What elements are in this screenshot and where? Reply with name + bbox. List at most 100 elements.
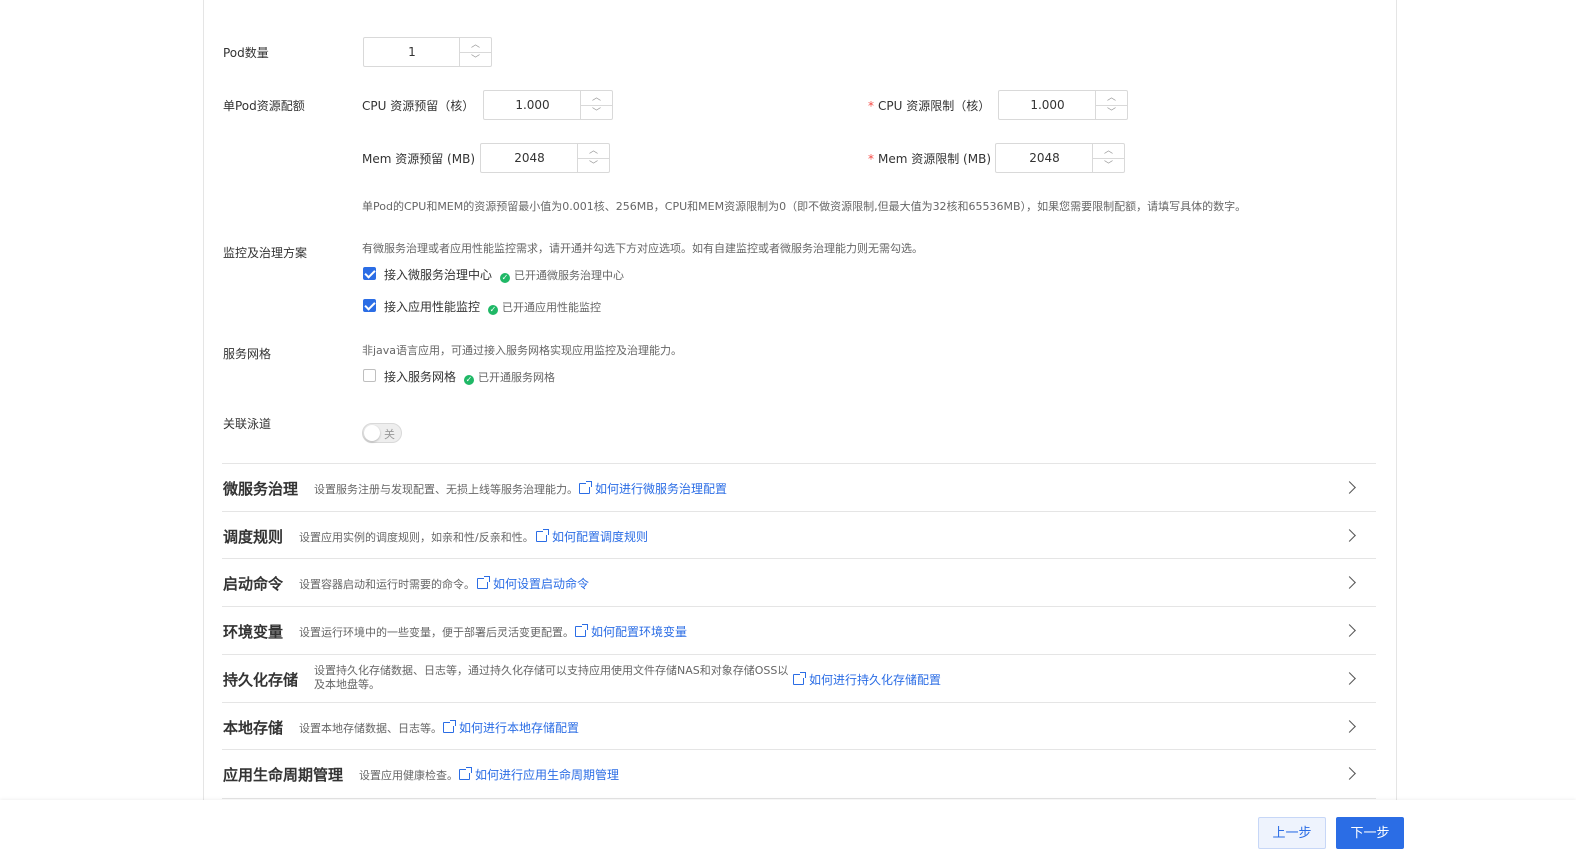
- mesh-status-text: 已开通服务网格: [478, 371, 555, 384]
- chevron-right-icon[interactable]: [1343, 624, 1356, 637]
- pod-count-stepper[interactable]: 1 ︿ ﹀: [363, 37, 492, 67]
- next-step-button[interactable]: 下一步: [1336, 817, 1404, 849]
- section-desc: 设置本地存储数据、日志等。: [299, 722, 442, 735]
- decrement-icon[interactable]: ﹀: [581, 105, 612, 120]
- section-help-link[interactable]: 如何进行本地存储配置: [443, 719, 579, 736]
- mesh-checkbox[interactable]: [363, 369, 376, 382]
- section-lifecycle[interactable]: 应用生命周期管理 设置应用健康检查。 如何进行应用生命周期管理: [222, 749, 1376, 799]
- lane-switch[interactable]: 关: [362, 423, 402, 443]
- section-local-storage[interactable]: 本地存储 设置本地存储数据、日志等。 如何进行本地存储配置: [222, 702, 1376, 751]
- mem-limit-value[interactable]: 2048: [996, 144, 1093, 172]
- section-help-link[interactable]: 如何配置环境变量: [575, 623, 687, 640]
- decrement-icon[interactable]: ﹀: [578, 158, 609, 173]
- mem-limit-stepper[interactable]: 2048 ︿ ﹀: [995, 143, 1125, 173]
- cpu-limit-value[interactable]: 1.000: [999, 91, 1096, 119]
- increment-icon[interactable]: ︿: [1096, 91, 1127, 105]
- cpu-limit-text: CPU 资源限制（核）: [878, 99, 991, 113]
- external-link-icon: [443, 720, 456, 733]
- msc-status-text: 已开通微服务治理中心: [514, 269, 624, 282]
- section-desc: 设置应用健康检查。: [359, 769, 458, 782]
- section-help-link[interactable]: 如何进行应用生命周期管理: [459, 766, 619, 783]
- chevron-right-icon[interactable]: [1343, 672, 1356, 685]
- section-microservice[interactable]: 微服务治理 设置服务注册与发现配置、无损上线等服务治理能力。 如何进行微服务治理…: [222, 463, 1376, 512]
- cpu-limit-stepper[interactable]: 1.000 ︿ ﹀: [998, 90, 1128, 120]
- check-circle-icon: ✓: [464, 375, 474, 385]
- cpu-limit-label: * CPU 资源限制（核）: [868, 97, 990, 114]
- mesh-checkbox-label[interactable]: 接入服务网格: [384, 368, 456, 385]
- mem-limit-label: * Mem 资源限制 (MB): [868, 150, 991, 167]
- section-help-link[interactable]: 如何设置启动命令: [477, 575, 589, 592]
- section-title: 启动命令: [223, 575, 284, 593]
- chevron-right-icon[interactable]: [1343, 720, 1356, 733]
- section-help-link-text[interactable]: 如何配置环境变量: [591, 625, 687, 639]
- apm-status-text: 已开通应用性能监控: [502, 301, 601, 314]
- monitoring-label: 监控及治理方案: [223, 246, 308, 260]
- mem-request-stepper[interactable]: 2048 ︿ ﹀: [480, 143, 610, 173]
- required-mark: *: [868, 152, 874, 166]
- section-title: 持久化存储: [223, 671, 299, 689]
- increment-icon[interactable]: ︿: [581, 91, 612, 105]
- section-startup[interactable]: 启动命令 设置容器启动和运行时需要的命令。 如何设置启动命令: [222, 558, 1376, 607]
- external-link-icon: [793, 672, 806, 685]
- section-title: 本地存储: [223, 719, 284, 737]
- section-help-link-text[interactable]: 如何进行微服务治理配置: [595, 482, 727, 496]
- increment-icon[interactable]: ︿: [460, 38, 491, 52]
- chevron-right-icon[interactable]: [1343, 576, 1356, 589]
- section-help-link-text[interactable]: 如何进行持久化存储配置: [809, 673, 941, 687]
- section-help-link-text[interactable]: 如何进行应用生命周期管理: [475, 768, 619, 782]
- mem-limit-text: Mem 资源限制 (MB): [878, 152, 992, 166]
- chevron-right-icon[interactable]: [1343, 767, 1356, 780]
- external-link-icon: [477, 576, 490, 589]
- monitoring-hint: 有微服务治理或者应用性能监控需求，请开通并勾选下方对应选项。如有自建监控或者微服…: [362, 242, 923, 255]
- section-title: 应用生命周期管理: [223, 766, 344, 784]
- section-title: 调度规则: [223, 528, 284, 546]
- switch-knob: [364, 425, 380, 441]
- cpu-request-stepper[interactable]: 1.000 ︿ ﹀: [483, 90, 613, 120]
- check-circle-icon: ✓: [488, 305, 498, 315]
- section-desc: 设置持久化存储数据、日志等，通过持久化存储可以支持应用使用文件存储NAS和对象存…: [314, 664, 789, 691]
- chevron-right-icon[interactable]: [1343, 529, 1356, 542]
- section-help-link[interactable]: 如何进行微服务治理配置: [579, 480, 727, 497]
- pod-count-value[interactable]: 1: [364, 38, 460, 66]
- prev-step-button[interactable]: 上一步: [1258, 817, 1326, 849]
- section-help-link[interactable]: 如何进行持久化存储配置: [793, 671, 941, 688]
- decrement-icon[interactable]: ﹀: [1096, 105, 1127, 120]
- external-link-icon: [579, 481, 592, 494]
- section-desc: 设置运行环境中的一些变量，便于部署后灵活变更配置。: [299, 626, 574, 639]
- increment-icon[interactable]: ︿: [1093, 144, 1124, 158]
- mem-request-value[interactable]: 2048: [481, 144, 578, 172]
- section-title: 环境变量: [223, 623, 284, 641]
- section-help-link[interactable]: 如何配置调度规则: [536, 528, 648, 545]
- section-help-link-text[interactable]: 如何进行本地存储配置: [459, 721, 579, 735]
- apm-status: ✓ 已开通应用性能监控: [488, 299, 601, 315]
- cpu-request-label: CPU 资源预留（核）: [362, 99, 475, 113]
- cpu-request-value[interactable]: 1.000: [484, 91, 581, 119]
- switch-state: 关: [384, 428, 395, 441]
- msc-checkbox[interactable]: [363, 267, 376, 280]
- apm-checkbox[interactable]: [363, 299, 376, 312]
- section-env[interactable]: 环境变量 设置运行环境中的一些变量，便于部署后灵活变更配置。 如何配置环境变量: [222, 606, 1376, 655]
- chevron-right-icon[interactable]: [1343, 481, 1356, 494]
- decrement-icon[interactable]: ﹀: [1093, 158, 1124, 173]
- external-link-icon: [459, 767, 472, 780]
- section-desc: 设置应用实例的调度规则，如亲和性/反亲和性。: [299, 531, 534, 544]
- increment-icon[interactable]: ︿: [578, 144, 609, 158]
- mesh-label: 服务网格: [223, 347, 272, 361]
- external-link-icon: [575, 624, 588, 637]
- apm-checkbox-label[interactable]: 接入应用性能监控: [384, 298, 480, 315]
- section-help-link-text[interactable]: 如何配置调度规则: [552, 530, 648, 544]
- section-scheduling[interactable]: 调度规则 设置应用实例的调度规则，如亲和性/反亲和性。 如何配置调度规则: [222, 511, 1376, 560]
- required-mark: *: [868, 99, 874, 113]
- check-circle-icon: ✓: [500, 273, 510, 283]
- mesh-hint: 非java语言应用，可通过接入服务网格实现应用监控及治理能力。: [362, 344, 683, 357]
- section-desc: 设置服务注册与发现配置、无损上线等服务治理能力。: [314, 483, 578, 496]
- resources-hint: 单Pod的CPU和MEM的资源预留最小值为0.001核、256MB，CPU和ME…: [362, 200, 1247, 213]
- section-title: 微服务治理: [223, 480, 299, 498]
- mem-request-label: Mem 资源预留 (MB): [362, 152, 476, 166]
- section-desc: 设置容器启动和运行时需要的命令。: [299, 578, 475, 591]
- section-persistent-storage[interactable]: 持久化存储 设置持久化存储数据、日志等，通过持久化存储可以支持应用使用文件存储N…: [222, 654, 1376, 703]
- msc-checkbox-label[interactable]: 接入微服务治理中心: [384, 266, 492, 283]
- mesh-status: ✓ 已开通服务网格: [464, 369, 555, 385]
- decrement-icon[interactable]: ﹀: [460, 52, 491, 67]
- section-help-link-text[interactable]: 如何设置启动命令: [493, 577, 589, 591]
